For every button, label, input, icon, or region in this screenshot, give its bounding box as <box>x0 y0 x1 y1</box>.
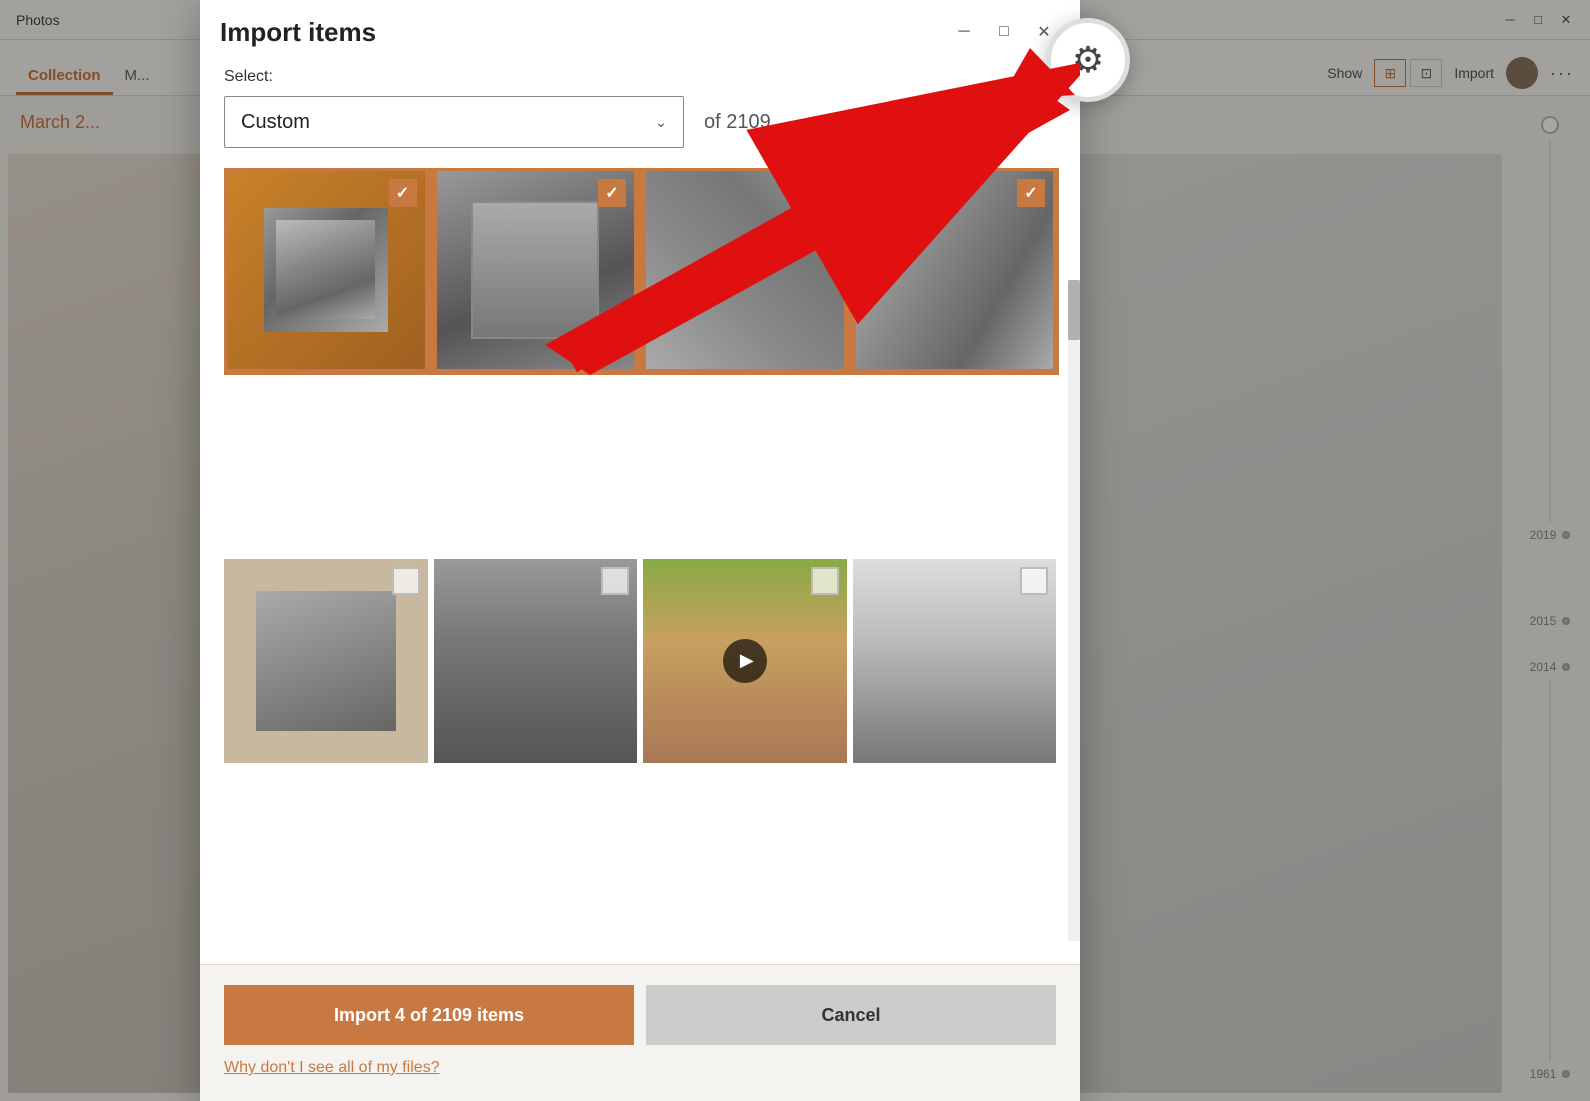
scrollbar-thumb[interactable] <box>1068 280 1080 340</box>
photo-checkbox[interactable] <box>392 567 420 595</box>
settings-button[interactable]: ⚙ <box>1046 18 1130 102</box>
photo-checkbox[interactable]: ✓ <box>598 179 626 207</box>
photo-item[interactable]: ✓ <box>853 168 1057 372</box>
item-count: of 2109 <box>704 111 771 134</box>
photo-item[interactable]: ✓ <box>434 168 638 372</box>
checkmark-icon: ✓ <box>605 183 618 203</box>
photo-thumbnail <box>264 208 388 332</box>
import-dialog: Import items ─ □ ✕ ⚙ Select: Custom <box>200 0 1080 1101</box>
dialog-footer: Import 4 of 2109 items Cancel Why don't … <box>200 964 1080 1101</box>
photo-item[interactable]: ▶ <box>643 559 847 763</box>
footer-buttons: Import 4 of 2109 items Cancel <box>224 985 1056 1045</box>
photo-checkbox[interactable] <box>1020 567 1048 595</box>
photo-item[interactable] <box>434 559 638 763</box>
select-label: Select: <box>224 68 1056 86</box>
dropdown-value: Custom <box>241 111 310 134</box>
checkmark-icon: ✓ <box>396 183 409 203</box>
help-link[interactable]: Why don't I see all of my files? <box>224 1059 1056 1077</box>
photo-grid: ✓ ✓ ✓ <box>224 168 1060 944</box>
scrollbar-track <box>1068 280 1080 941</box>
play-icon: ▶ <box>740 650 754 671</box>
chevron-down-icon: ⌄ <box>655 114 667 131</box>
photo-checkbox[interactable]: ✓ <box>808 179 836 207</box>
photo-item[interactable]: ✓ <box>224 168 428 372</box>
import-button[interactable]: Import 4 of 2109 items <box>224 985 634 1045</box>
dialog-maximize-button[interactable]: □ <box>988 16 1020 48</box>
checkmark-icon: ✓ <box>815 183 828 203</box>
photo-checkbox[interactable]: ✓ <box>389 179 417 207</box>
dialog-minimize-button[interactable]: ─ <box>948 16 980 48</box>
video-play-button[interactable]: ▶ <box>723 639 767 683</box>
settings-gear-icon: ⚙ <box>1072 39 1104 81</box>
dialog-body: Select: Custom ⌄ of 2109 ✓ <box>200 48 1080 964</box>
dialog-title: Import items <box>220 17 948 48</box>
dialog-titlebar: Import items ─ □ ✕ <box>200 0 1080 48</box>
select-dropdown[interactable]: Custom ⌄ <box>224 96 684 148</box>
photo-item[interactable] <box>224 559 428 763</box>
photo-checkbox[interactable] <box>601 567 629 595</box>
checkmark-icon: ✓ <box>1024 183 1037 203</box>
photo-checkbox[interactable] <box>811 567 839 595</box>
select-row: Custom ⌄ of 2109 <box>224 96 1056 148</box>
photo-checkbox[interactable]: ✓ <box>1017 179 1045 207</box>
cancel-button[interactable]: Cancel <box>646 985 1056 1045</box>
dialog-titlebar-controls: ─ □ ✕ <box>948 16 1060 48</box>
photo-item[interactable] <box>853 559 1057 763</box>
photo-item[interactable]: ✓ <box>643 168 847 372</box>
